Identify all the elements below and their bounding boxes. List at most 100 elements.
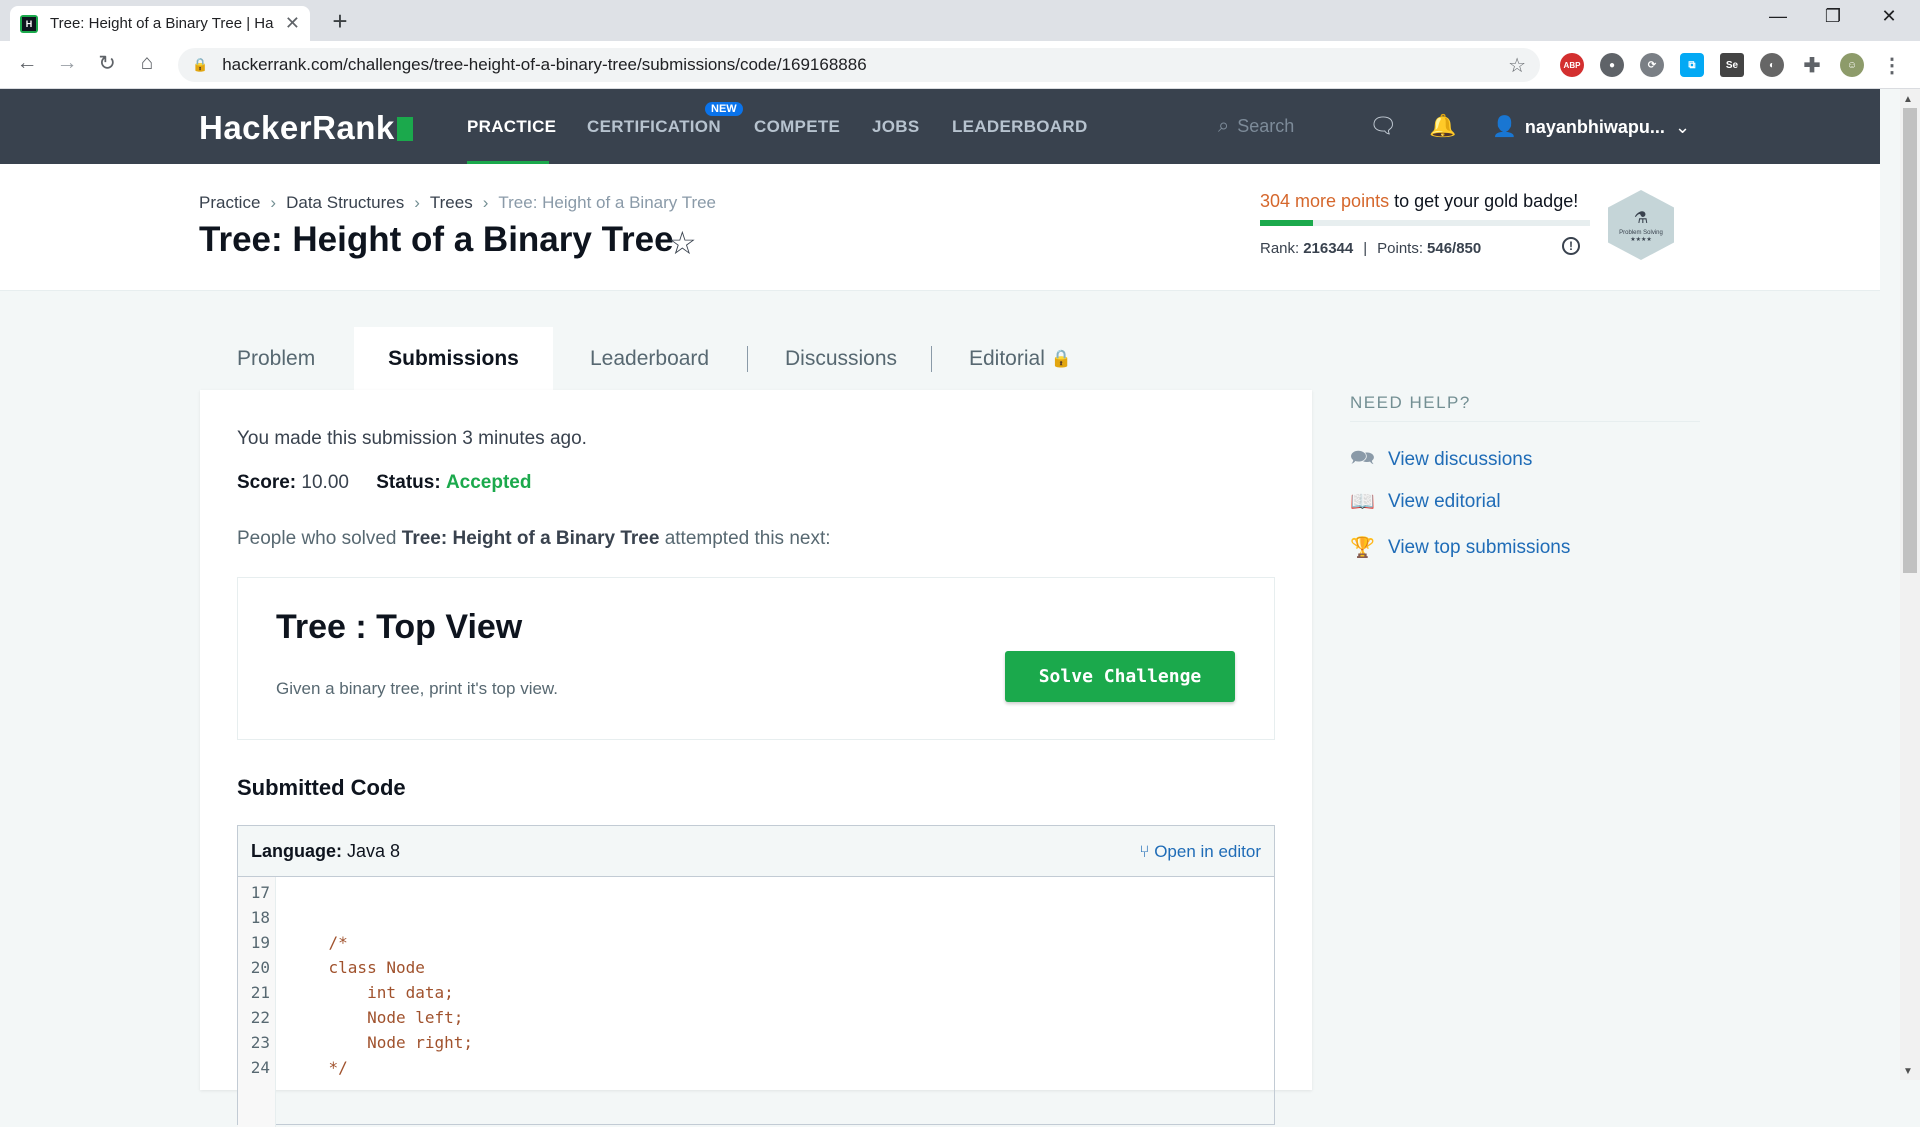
code-line: /*: [290, 933, 348, 952]
line-number: 23: [250, 1033, 270, 1052]
next-challenge-name: Tree: Height of a Binary Tree: [401, 528, 660, 549]
nav-jobs[interactable]: JOBS: [872, 117, 920, 137]
restore-icon[interactable]: ❐: [1810, 6, 1856, 27]
site-header: HackerRank PRACTICE CERTIFICATION NEW CO…: [0, 89, 1880, 164]
breadcrumb-data-structures[interactable]: Data Structures: [286, 193, 404, 212]
submitted-code-heading: Submitted Code: [237, 775, 406, 800]
next-challenge-title[interactable]: Tree : Top View: [276, 608, 522, 647]
lightbulb-extension-icon[interactable]: ●: [1600, 53, 1624, 77]
view-discussions-link[interactable]: 🗪 View discussions: [1350, 443, 1532, 477]
browser-menu-icon[interactable]: ⋮: [1880, 53, 1904, 77]
back-icon[interactable]: ←: [12, 51, 42, 75]
tab-title: Tree: Height of a Binary Tree | Ha: [50, 15, 274, 32]
info-icon[interactable]: !: [1562, 237, 1580, 255]
status-value: Accepted: [445, 472, 532, 493]
messages-icon[interactable]: 🗨: [1369, 113, 1397, 139]
line-number: 17: [250, 883, 270, 902]
solve-challenge-button[interactable]: Solve Challenge: [1005, 651, 1235, 702]
new-badge: NEW: [705, 102, 743, 116]
next-challenge-card: Tree : Top View Given a binary tree, pri…: [237, 577, 1275, 740]
language-value: Java 8: [347, 841, 401, 861]
need-help-heading: NEED HELP?: [1350, 393, 1471, 412]
open-in-editor-link[interactable]: ⑂ Open in editor: [1139, 842, 1261, 862]
badge-icon: ⚗: [1633, 209, 1649, 227]
next-challenge-intro: People who solved Tree: Height of a Bina…: [237, 528, 831, 550]
chevron-right-icon: ›: [270, 193, 277, 212]
tab-leaderboard[interactable]: Leaderboard: [590, 327, 709, 390]
dark-mode-extension-icon[interactable]: ◐: [1760, 53, 1784, 77]
selenium-extension-icon[interactable]: Se: [1720, 53, 1744, 77]
extensions-puzzle-icon[interactable]: ✚: [1800, 53, 1824, 77]
next-suffix: attempted this next:: [659, 528, 831, 549]
header-search[interactable]: ⌕ Search: [1218, 115, 1294, 138]
code-viewer: Language: Java 8 ⑂ Open in editor 17 18 19…: [237, 825, 1275, 1127]
badge-progress-bar: [1260, 220, 1590, 226]
home-icon[interactable]: ⌂: [132, 51, 162, 75]
line-number: 19: [250, 933, 270, 952]
rank-points: Rank: 216344 | Points: 546/850: [1260, 240, 1481, 257]
profile-avatar-icon[interactable]: ☺: [1840, 53, 1864, 77]
scrollbar-thumb[interactable]: [1903, 108, 1917, 573]
search-placeholder: Search: [1237, 116, 1295, 136]
code-line: Node right;: [290, 1033, 474, 1052]
address-bar-row: ← → ↻ ⌂ 🔒 hackerrank.com/challenges/tree…: [0, 41, 1920, 89]
next-challenge-desc: Given a binary tree, print it's top view…: [276, 679, 558, 698]
next-prefix: People who solved: [237, 528, 402, 549]
new-tab-icon[interactable]: +: [325, 6, 355, 37]
tab-editorial[interactable]: Editorial 🔒: [969, 327, 1072, 390]
submission-card: You made this submission 3 minutes ago. …: [200, 390, 1312, 1127]
forward-icon[interactable]: →: [52, 51, 82, 75]
adblock-extension-icon[interactable]: ABP: [1560, 53, 1584, 77]
breadcrumb-practice[interactable]: Practice: [199, 193, 260, 212]
scroll-down-arrow[interactable]: ▼: [1903, 1066, 1913, 1077]
view-editorial-link[interactable]: 📖 View editorial: [1350, 489, 1501, 514]
tab-problem[interactable]: Problem: [237, 327, 315, 390]
score-value: 10.00: [301, 472, 349, 493]
user-menu[interactable]: 👤 nayanbhiwapu... ⌄: [1492, 114, 1690, 139]
tab-submissions[interactable]: Submissions: [354, 327, 553, 390]
url-omnibox[interactable]: 🔒 hackerrank.com/challenges/tree-height-…: [178, 48, 1540, 82]
view-top-submissions-link[interactable]: 🏆 View top submissions: [1350, 535, 1570, 560]
username: nayanbhiwapu...: [1524, 117, 1665, 137]
code-line: int data;: [290, 983, 454, 1002]
nav-leaderboard[interactable]: LEADERBOARD: [952, 117, 1088, 137]
score-status-line: Score: 10.00 Status: Accepted: [237, 472, 531, 494]
scroll-up-arrow[interactable]: ▲: [1903, 94, 1913, 105]
nav-compete[interactable]: COMPETE: [754, 117, 840, 137]
tab-discussions[interactable]: Discussions: [785, 327, 897, 390]
tab-divider: [747, 346, 748, 372]
minimize-icon[interactable]: —: [1755, 6, 1801, 27]
badge-message: to get your gold badge!: [1389, 191, 1579, 211]
trophy-icon: 🏆: [1350, 537, 1375, 559]
view-editorial-label: View editorial: [1388, 490, 1501, 512]
browser-tab[interactable]: H Tree: Height of a Binary Tree | Ha ✕: [10, 6, 310, 41]
lock-icon: 🔒: [192, 57, 209, 72]
status-label: Status:: [376, 472, 441, 493]
line-number: 22: [250, 1008, 270, 1027]
hackerrank-logo[interactable]: HackerRank: [199, 109, 413, 147]
bookmark-star-icon[interactable]: ☆: [1508, 53, 1526, 78]
nav-practice[interactable]: PRACTICE: [467, 117, 556, 137]
user-icon: 👤: [1492, 116, 1517, 138]
close-window-icon[interactable]: ✕: [1866, 6, 1912, 27]
bookmark-star-icon[interactable]: ☆: [668, 224, 697, 262]
url-text[interactable]: hackerrank.com/challenges/tree-height-of…: [222, 55, 1508, 75]
divider: |: [1363, 240, 1368, 257]
branch-icon: ⑂: [1139, 842, 1150, 861]
close-tab-icon[interactable]: ✕: [285, 13, 300, 34]
notifications-bell-icon[interactable]: 🔔: [1429, 113, 1456, 139]
breadcrumb-trees[interactable]: Trees: [430, 193, 473, 212]
language-info: Language: Java 8: [251, 841, 400, 862]
points-label: Points:: [1377, 240, 1424, 257]
rank-value: 216344: [1303, 240, 1354, 257]
score-label: Score:: [237, 472, 297, 493]
browser-tab-strip: H Tree: Height of a Binary Tree | Ha ✕ +…: [0, 0, 1920, 41]
challenge-header: Practice › Data Structures › Trees › Tree: Hei…: [0, 164, 1880, 291]
sync-extension-icon[interactable]: ⟳: [1640, 53, 1664, 77]
nav-certification[interactable]: CERTIFICATION: [587, 117, 721, 137]
code-line: */: [290, 1058, 348, 1077]
problem-solving-badge[interactable]: ⚗ Problem Solving ★★★★: [1608, 190, 1674, 260]
translate-extension-icon[interactable]: ⧉: [1680, 53, 1704, 77]
chevron-down-icon: ⌄: [1674, 117, 1691, 137]
reload-icon[interactable]: ↻: [92, 51, 122, 76]
